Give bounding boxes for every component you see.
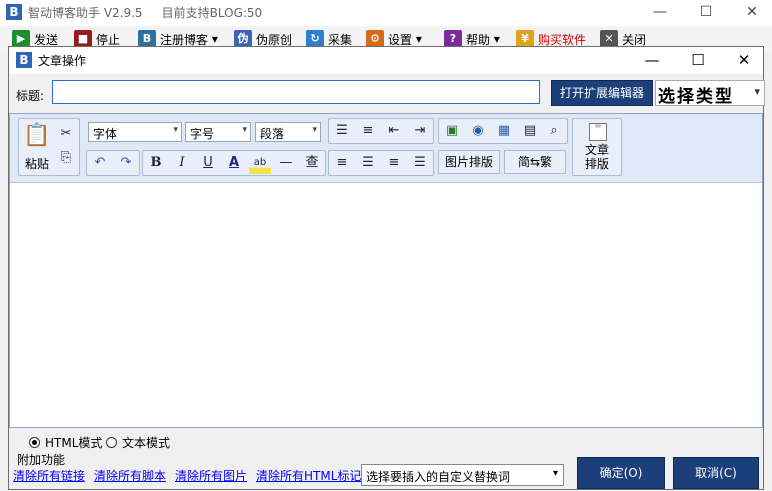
size-combo[interactable]: 字号 ▾ [185, 122, 251, 142]
align-right-icon[interactable]: ≡ [383, 152, 405, 174]
link-icon[interactable]: ◉ [467, 120, 489, 142]
dialog-minimize-button[interactable]: — [629, 47, 675, 74]
editor-toolbar: 📋 粘贴 ✂ ⎘ 字体▾ 字号▾ 段落▾ ↶ ↷ B I U A ab — [10, 114, 762, 183]
image-icon[interactable]: ▣ [441, 120, 463, 142]
chevron-down-icon: ▾ [754, 85, 760, 98]
format-group: B I U A ab — 查 [142, 150, 326, 176]
type-select-value: 选择类型 [658, 87, 734, 107]
cut-icon[interactable]: ✂ [55, 123, 77, 145]
dialog-logo-icon: B [16, 52, 32, 68]
rich-text-editor: 📋 粘贴 ✂ ⎘ 字体▾ 字号▾ 段落▾ ↶ ↷ B I U A ab — [9, 113, 763, 428]
article-layout-button[interactable]: ≡ 文章 排版 [572, 118, 622, 176]
copy-icon[interactable]: ⎘ [55, 147, 77, 169]
text-mode-option[interactable]: 文本模式 [106, 434, 170, 451]
html-mode-option[interactable]: HTML模式 [29, 434, 102, 451]
app-close-button[interactable]: ✕ [732, 2, 772, 22]
ok-button[interactable]: 确定(O) [577, 457, 665, 489]
cancel-button[interactable]: 取消(C) [673, 457, 759, 489]
app-title-bar: B 智动博客助手 V2.9.5 目前支持BLOG:50 — ☐ ✕ [0, 0, 772, 26]
outdent-icon[interactable]: ⇤ [383, 120, 405, 142]
simp-trad-button[interactable]: 简⇆繁 [504, 150, 566, 174]
article-layout-label-2: 排版 [584, 157, 609, 171]
paste-group: 📋 粘贴 ✂ ⎘ [18, 118, 80, 176]
italic-icon[interactable]: I [171, 152, 193, 174]
app-maximize-button[interactable]: ☐ [686, 2, 726, 22]
dialog-title: 文章操作 [38, 54, 87, 68]
app-logo-icon: B [6, 4, 22, 20]
justify-icon[interactable]: ☰ [409, 152, 431, 174]
undo-group: ↶ ↷ [86, 150, 140, 176]
extra-functions-label: 附加功能 [17, 453, 66, 467]
open-ext-editor-button[interactable]: 打开扩展编辑器 [551, 80, 653, 106]
font-combo[interactable]: 字体 ▾ [88, 122, 182, 142]
replace-word-value: 选择要插入的自定义替换词 [366, 470, 511, 484]
image-layout-button[interactable]: 图片排版 [438, 150, 500, 174]
replace-word-select[interactable]: 选择要插入的自定义替换词 ▾ [361, 464, 564, 486]
title-label: 标题: [16, 89, 45, 103]
horizontal-rule-icon[interactable]: — [275, 152, 297, 174]
document-icon: ≡ [589, 122, 607, 141]
editor-content-area[interactable] [10, 183, 762, 427]
font-color-icon[interactable]: A [223, 152, 245, 174]
list-group: ☰ ≡ ⇤ ⇥ [328, 118, 434, 144]
html-mode-radio[interactable] [29, 437, 40, 448]
clear-html-link[interactable]: 清除所有HTML标记 [256, 467, 361, 484]
redo-icon[interactable]: ↷ [115, 152, 137, 174]
preview-icon[interactable]: ⌕ [543, 120, 565, 142]
find-icon[interactable]: 查 [301, 152, 323, 174]
bottom-panel: 附加功能 清除所有链接 清除所有脚本 清除所有图片 清除所有HTML标记 选择要… [9, 451, 763, 491]
type-select[interactable]: 选择类型 ▾ [655, 80, 765, 107]
paste-icon[interactable]: 📋 [23, 123, 50, 153]
app-title: 智动博客助手 V2.9.5 目前支持BLOG:50 [28, 6, 263, 20]
title-input[interactable] [52, 80, 540, 104]
chevron-down-icon: ▾ [552, 468, 558, 479]
bold-icon[interactable]: B [145, 152, 167, 174]
clear-images-link[interactable]: 清除所有图片 [175, 467, 247, 484]
paste-button[interactable]: 粘贴 [23, 155, 51, 172]
dialog-maximize-button[interactable]: ☐ [675, 47, 721, 74]
underline-icon[interactable]: U [197, 152, 219, 174]
table-icon[interactable]: ▦ [493, 120, 515, 142]
text-mode-radio[interactable] [106, 437, 117, 448]
text-mode-label: 文本模式 [122, 436, 171, 450]
align-center-icon[interactable]: ☰ [357, 152, 379, 174]
dialog-title-bar: B 文章操作 — ☐ ✕ [9, 47, 763, 74]
paragraph-combo[interactable]: 段落 ▾ [255, 122, 321, 142]
dialog-close-button[interactable]: ✕ [721, 47, 767, 74]
article-layout-label-1: 文章 [584, 143, 609, 157]
align-left-icon[interactable]: ≡ [331, 152, 353, 174]
clear-scripts-link[interactable]: 清除所有脚本 [94, 467, 166, 484]
article-dialog: B 文章操作 — ☐ ✕ 标题: 打开扩展编辑器 选择类型 ▾ 📋 粘贴 ✂ ⎘… [8, 46, 765, 491]
highlight-icon[interactable]: ab [249, 152, 271, 174]
indent-icon[interactable]: ⇥ [409, 120, 431, 142]
app-minimize-button[interactable]: — [640, 2, 680, 22]
bullet-list-icon[interactable]: ≡ [357, 120, 379, 142]
align-group: ≡ ☰ ≡ ☰ [328, 150, 434, 176]
undo-icon[interactable]: ↶ [89, 152, 111, 174]
ordered-list-icon[interactable]: ☰ [331, 120, 353, 142]
html-mode-label: HTML模式 [45, 436, 103, 450]
insert-group: ▣ ◉ ▦ ▤ ⌕ [438, 118, 568, 144]
source-icon[interactable]: ▤ [519, 120, 541, 142]
clear-links-link[interactable]: 清除所有链接 [13, 467, 85, 484]
